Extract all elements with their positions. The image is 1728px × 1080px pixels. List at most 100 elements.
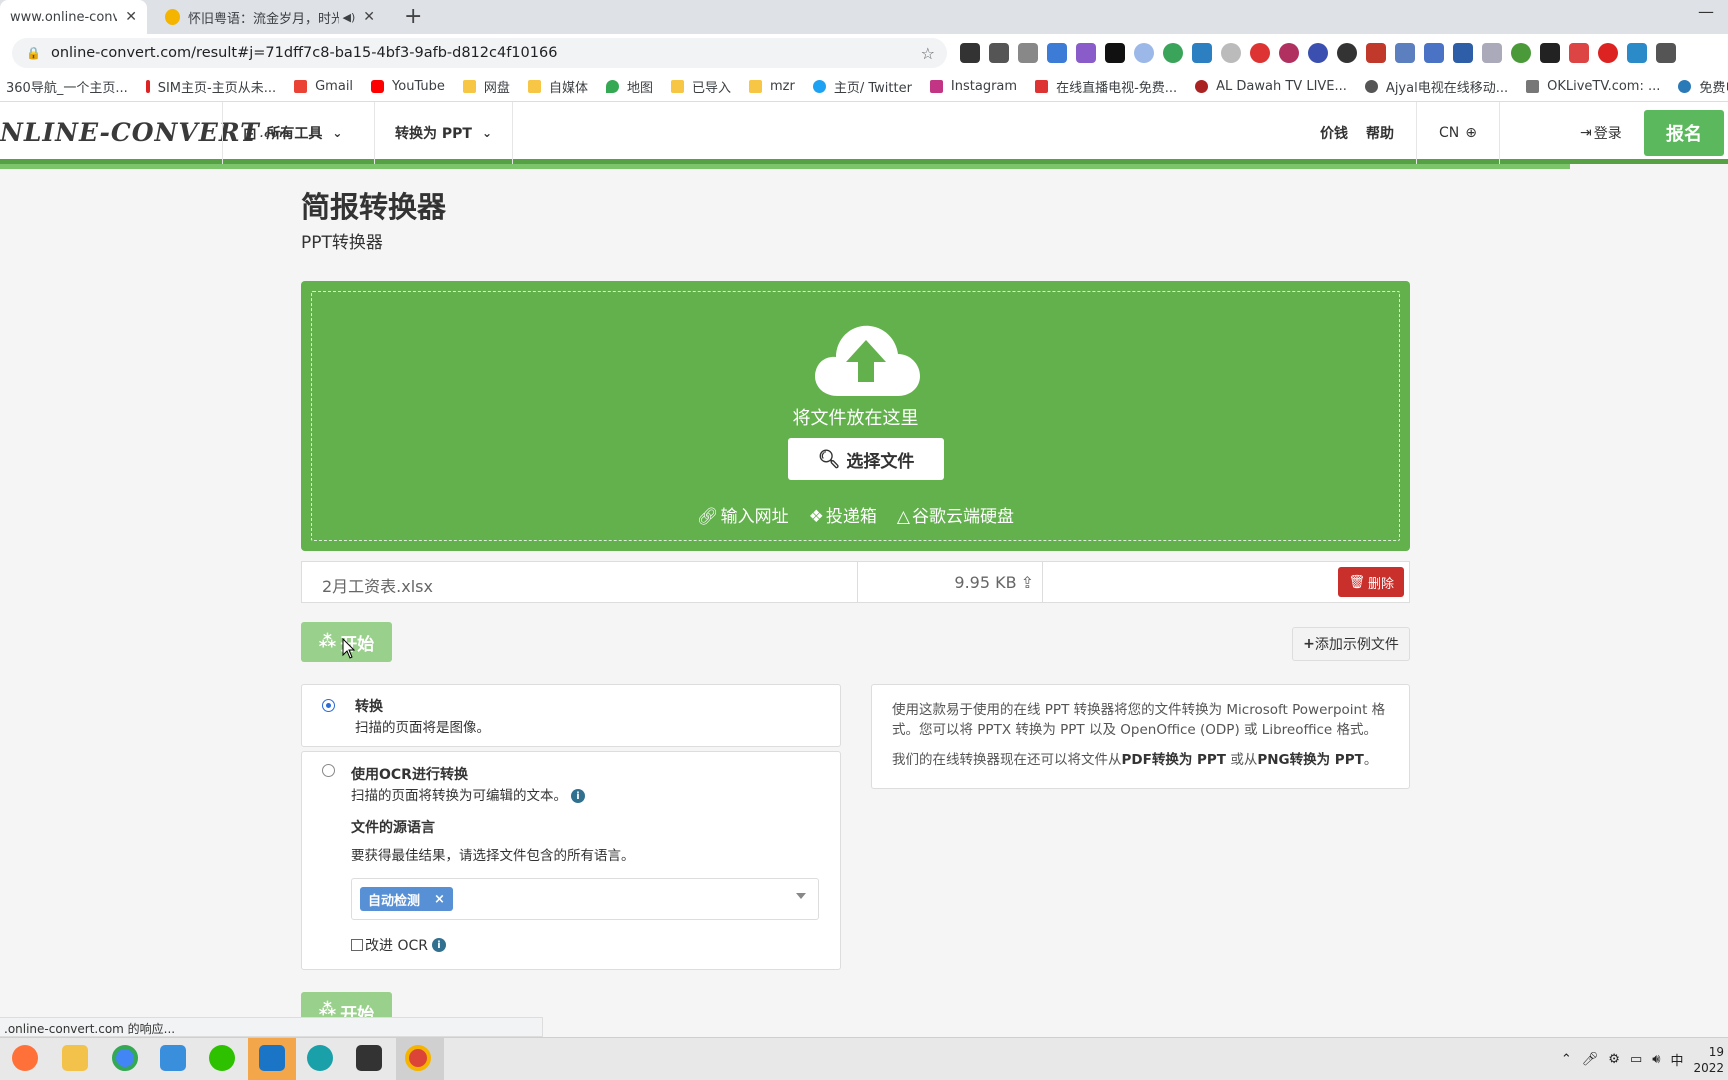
- extension-icon[interactable]: [1453, 43, 1473, 63]
- bookmark-star-icon[interactable]: ☆: [921, 44, 935, 63]
- file-dropzone[interactable]: 将文件放在这里 🔍︎ 选择文件 🔗︎ 输入网址 ❖ 投递箱 △ 谷歌云端硬盘: [301, 281, 1410, 551]
- dropbox-link[interactable]: ❖ 投递箱: [809, 502, 877, 527]
- extension-icon[interactable]: [960, 43, 980, 63]
- ocr-radio[interactable]: [322, 764, 335, 777]
- info-icon[interactable]: i: [571, 789, 585, 803]
- bookmark-item[interactable]: 在线直播电视-免费...: [1035, 77, 1177, 96]
- nav-help[interactable]: 帮助: [1366, 102, 1394, 164]
- dropdown-caret-icon[interactable]: [796, 893, 806, 899]
- nav-pricing[interactable]: 价钱: [1320, 102, 1348, 164]
- remove-chip-icon[interactable]: ×: [434, 892, 445, 907]
- extension-icon[interactable]: [1192, 43, 1212, 63]
- extension-icon[interactable]: [1540, 43, 1560, 63]
- bookmark-folder[interactable]: 自媒体: [527, 77, 588, 96]
- bookmark-item[interactable]: Instagram: [929, 79, 1017, 94]
- extension-icon[interactable]: [1366, 43, 1386, 63]
- bookmark-item[interactable]: 360导航_一个主页...: [6, 77, 128, 96]
- extension-icon[interactable]: [1569, 43, 1589, 63]
- nav-convert-to-ppt[interactable]: 转换为 PPT ⌄: [374, 102, 514, 164]
- bookmark-item[interactable]: AL Dawah TV LIVE...: [1195, 79, 1347, 94]
- bookmark-item[interactable]: YouTube: [371, 79, 445, 94]
- extension-icon[interactable]: [1018, 43, 1038, 63]
- extension-icon[interactable]: [1627, 43, 1647, 63]
- extension-icon[interactable]: [1221, 43, 1241, 63]
- chevron-down-icon: ⌄: [332, 126, 343, 140]
- bookmark-item[interactable]: SIM主页-主页从未...: [145, 77, 276, 96]
- source-language-title: 文件的源语言: [351, 820, 435, 836]
- extension-icon[interactable]: [1250, 43, 1270, 63]
- option-ocr[interactable]: 使用OCR进行转换 扫描的页面将转换为可编辑的文本。 i 文件的源语言 要获得最佳…: [301, 751, 841, 970]
- convert-radio[interactable]: [322, 699, 335, 712]
- tab-close-icon[interactable]: ✕: [125, 9, 137, 25]
- pdf-to-ppt-link[interactable]: PDF转换为 PPT: [1122, 752, 1227, 768]
- lock-icon[interactable]: 🔒: [26, 46, 41, 60]
- google-drive-link[interactable]: △ 谷歌云端硬盘: [897, 502, 1014, 527]
- bookmark-item[interactable]: Ajyal电视在线移动...: [1364, 77, 1508, 96]
- choose-file-button[interactable]: 🔍︎ 选择文件: [788, 438, 944, 480]
- bookmark-item[interactable]: 主页/ Twitter: [812, 77, 912, 96]
- png-to-ppt-link[interactable]: PNG转换为 PPT: [1257, 752, 1363, 768]
- volume-icon[interactable]: 🔊︎: [1652, 1052, 1660, 1067]
- file-explorer-icon[interactable]: [62, 1045, 88, 1071]
- url-bar[interactable]: 🔒 online-convert.com/result#j=71dff7c8-b…: [12, 38, 947, 68]
- delete-file-button[interactable]: 🗑︎ 删除: [1338, 567, 1404, 597]
- microphone-icon[interactable]: 🎤︎: [1582, 1052, 1599, 1067]
- info-icon[interactable]: i: [431, 938, 446, 952]
- option-convert[interactable]: 转换 扫描的页面将是图像。: [301, 684, 841, 747]
- extension-icon[interactable]: [1395, 43, 1415, 63]
- ime-indicator[interactable]: 中: [1670, 1050, 1683, 1069]
- bookmark-item[interactable]: 地图: [605, 77, 653, 96]
- checkbox[interactable]: [351, 939, 363, 951]
- improve-ocr-checkbox[interactable]: 改进 OCR i: [351, 935, 446, 955]
- extensions-puzzle-icon[interactable]: [1656, 43, 1676, 63]
- chrome-icon[interactable]: [112, 1045, 138, 1071]
- window-minimize-button[interactable]: —: [1698, 2, 1714, 21]
- bookmark-folder[interactable]: mzr: [748, 79, 795, 94]
- bookmark-item[interactable]: OKLiveTV.com: ...: [1526, 79, 1660, 94]
- extension-icon[interactable]: [1482, 43, 1502, 63]
- extension-icon[interactable]: [1337, 43, 1357, 63]
- app-icon[interactable]: [259, 1045, 285, 1071]
- extension-icon[interactable]: [1424, 43, 1444, 63]
- sublime-icon[interactable]: [356, 1045, 382, 1071]
- tray-app-icon[interactable]: ⚙︎: [1608, 1052, 1620, 1067]
- extension-icon[interactable]: [1279, 43, 1299, 63]
- extension-icon[interactable]: [1076, 43, 1096, 63]
- extension-icon[interactable]: [1134, 43, 1154, 63]
- language-select[interactable]: 自动检测 ×: [351, 878, 819, 920]
- clock[interactable]: 19 2022: [1693, 1044, 1724, 1076]
- chrome-icon[interactable]: [405, 1045, 431, 1071]
- system-tray: ⌃ 🎤︎ ⚙︎ ▭ 🔊︎ 中 19 2022: [1561, 1038, 1728, 1080]
- bookmark-folder[interactable]: 已导入: [670, 77, 731, 96]
- nav-all-tools[interactable]: ⊞ 所有工具 ⌄: [222, 102, 362, 164]
- extension-icon[interactable]: [1308, 43, 1328, 63]
- nav-login[interactable]: ⇥ 登录: [1580, 102, 1622, 164]
- bookmark-item[interactable]: 免费电影: Ang: [1678, 77, 1728, 96]
- app-icon[interactable]: [307, 1045, 333, 1071]
- drop-text: 将文件放在这里: [792, 408, 919, 429]
- extension-icon[interactable]: [1047, 43, 1067, 63]
- wechat-icon[interactable]: [209, 1045, 235, 1071]
- extension-icon[interactable]: [1163, 43, 1183, 63]
- windows-taskbar: ⌃ 🎤︎ ⚙︎ ▭ 🔊︎ 中 19 2022: [0, 1037, 1728, 1080]
- bookmark-item[interactable]: Gmail: [294, 79, 353, 94]
- enter-url-link[interactable]: 🔗︎ 输入网址: [697, 502, 789, 527]
- firefox-icon[interactable]: [12, 1045, 38, 1071]
- nav-language[interactable]: CN ⊕: [1416, 102, 1500, 164]
- adblock-icon[interactable]: [1598, 43, 1618, 63]
- new-tab-button[interactable]: +: [404, 4, 422, 29]
- audio-icon[interactable]: ◀): [343, 11, 356, 24]
- chevron-up-icon[interactable]: ⌃: [1561, 1052, 1572, 1067]
- extension-icon[interactable]: [1105, 43, 1125, 63]
- option-desc: 扫描的页面将是图像。: [355, 720, 490, 736]
- extension-icon[interactable]: [1511, 43, 1531, 63]
- tab-music[interactable]: 怀旧粤语：流金岁月，时光 ◀) ✕: [155, 0, 385, 34]
- tab-close-icon[interactable]: ✕: [363, 9, 375, 25]
- signup-button[interactable]: 报名: [1644, 110, 1724, 156]
- bookmark-folder[interactable]: 网盘: [462, 77, 510, 96]
- add-example-file-button[interactable]: + 添加示例文件: [1292, 627, 1410, 661]
- extension-icon[interactable]: [989, 43, 1009, 63]
- tab-online-convert[interactable]: www.online-convert.cc ✕: [0, 0, 147, 34]
- network-icon[interactable]: ▭: [1630, 1052, 1642, 1067]
- app-icon[interactable]: [160, 1045, 186, 1071]
